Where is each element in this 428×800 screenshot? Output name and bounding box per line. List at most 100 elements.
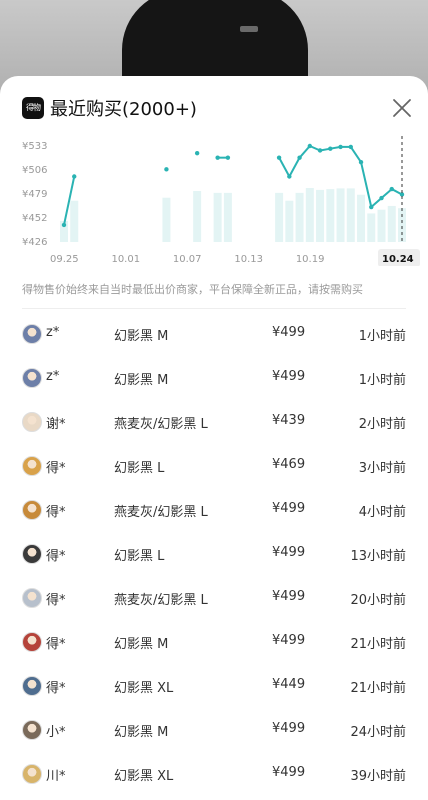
purchase-price: ¥499	[272, 721, 306, 736]
volume-bar	[305, 188, 314, 242]
user-name: 得*	[46, 637, 66, 652]
volume-bar	[213, 192, 222, 242]
price-point	[287, 174, 292, 179]
y-tick-label: ¥452	[22, 213, 47, 224]
purchase-time: 3小时前	[358, 461, 406, 476]
volume-bar	[285, 200, 294, 242]
avatar[interactable]	[22, 500, 42, 520]
product-variant: 幻影黑 M	[114, 373, 169, 388]
price-line-segment	[288, 157, 301, 177]
volume-bar	[398, 208, 406, 242]
user-name: 谢*	[46, 417, 66, 432]
purchase-price: ¥449	[272, 677, 306, 692]
volume-bar	[316, 189, 325, 242]
x-tick-label: 10.07	[173, 254, 202, 265]
volume-bar	[387, 205, 396, 242]
purchase-list: z* 幻影黑 M ¥499 1小时前 z* 幻影黑 M ¥499 1小时前 谢* 燕麦灰/幻影黑 …	[0, 312, 428, 796]
purchase-time: 21小时前	[350, 681, 406, 696]
purchase-row: 得* 幻影黑 L ¥469 3小时前	[0, 444, 428, 488]
avatar[interactable]	[22, 412, 42, 432]
purchase-row: 得* 燕麦灰/幻影黑 L ¥499 20小时前	[0, 576, 428, 620]
purchase-time: 4小时前	[358, 505, 406, 520]
user-name: 小*	[46, 725, 66, 740]
price-point	[389, 186, 394, 192]
volume-bar	[336, 188, 345, 242]
price-point	[317, 148, 323, 153]
volume-bar	[70, 200, 79, 242]
volume-bar	[275, 192, 284, 242]
price-trend-chart: ¥533 ¥506 ¥479 ¥452 ¥42609.25 10.01 10.07 10.13…	[22, 136, 420, 266]
x-tick-label: 10.01	[111, 254, 140, 265]
purchase-row: 川* 幻影黑 XL ¥499 39小时前	[0, 752, 428, 796]
price-point	[369, 204, 374, 210]
avatar[interactable]	[22, 456, 42, 476]
purchase-row: z* 幻影黑 M ¥499 1小时前	[0, 356, 428, 400]
purchase-price: ¥499	[272, 369, 306, 384]
y-tick-label: ¥533	[22, 141, 47, 152]
volume-bar	[193, 190, 202, 242]
purchase-row: z* 幻影黑 M ¥499 1小时前	[0, 312, 428, 356]
price-line-segment	[278, 157, 291, 177]
product-variant: 幻影黑 M	[114, 637, 169, 652]
price-point	[276, 155, 282, 160]
price-point	[338, 144, 343, 150]
price-line-segment	[298, 145, 311, 159]
avatar[interactable]	[22, 764, 42, 784]
purchase-price: ¥499	[272, 545, 306, 560]
purchase-time: 1小时前	[358, 329, 406, 344]
sheet-title: 最近购买(2000+)	[50, 99, 197, 120]
volume-bar	[367, 213, 376, 242]
close-button[interactable]	[388, 94, 416, 122]
close-icon	[393, 99, 411, 117]
avatar[interactable]	[22, 544, 42, 564]
purchase-row: 得* 幻影黑 M ¥499 21小时前	[0, 620, 428, 664]
volume-bar	[162, 197, 171, 242]
product-variant: 幻影黑 XL	[114, 769, 174, 784]
purchase-time: 2小时前	[358, 417, 406, 432]
avatar[interactable]	[22, 368, 42, 388]
price-point	[215, 155, 220, 160]
x-tick-label: 10.13	[234, 254, 263, 265]
avatar[interactable]	[22, 588, 42, 608]
product-variant: 燕麦灰/幻影黑 L	[114, 593, 208, 608]
purchase-row: 小* 幻影黑 M ¥499 24小时前	[0, 708, 428, 752]
avatar[interactable]	[22, 632, 42, 652]
price-point	[348, 144, 353, 150]
avatar[interactable]	[22, 720, 42, 740]
purchase-time: 24小时前	[350, 725, 406, 740]
volume-bar	[346, 188, 355, 242]
price-point	[297, 155, 302, 160]
purchase-price: ¥439	[272, 413, 306, 428]
volume-bar	[295, 192, 304, 242]
purchase-time: 20小时前	[350, 593, 406, 608]
purchase-price: ¥499	[272, 633, 306, 648]
product-variant: 燕麦灰/幻影黑 L	[114, 417, 208, 432]
price-point	[194, 150, 200, 156]
avatar[interactable]	[22, 676, 42, 696]
purchase-time: 13小时前	[350, 549, 406, 564]
product-variant: 幻影黑 XL	[114, 681, 174, 696]
volume-bar	[377, 209, 386, 242]
x-tick-label: 10.24	[382, 254, 414, 265]
volume-bar	[357, 194, 366, 242]
x-tick-label: 10.19	[296, 254, 325, 265]
price-line-segment	[349, 146, 362, 163]
purchase-price: ¥469	[272, 457, 306, 472]
purchase-price: ¥499	[272, 325, 306, 340]
shirt-logo	[240, 26, 258, 32]
purchase-time: 21小时前	[350, 637, 406, 652]
divider	[22, 308, 406, 309]
y-tick-label: ¥506	[22, 165, 47, 176]
purchase-row: 得* 燕麦灰/幻影黑 L ¥499 4小时前	[0, 488, 428, 532]
purchase-row: 谢* 燕麦灰/幻影黑 L ¥439 2小时前	[0, 400, 428, 444]
user-name: 川*	[46, 769, 66, 784]
y-tick-label: ¥479	[22, 189, 47, 200]
price-point	[225, 155, 231, 160]
purchase-price: ¥499	[272, 589, 306, 604]
user-name: 得*	[46, 461, 66, 476]
app-logo-icon: 得物	[22, 97, 44, 119]
product-variant: 幻影黑 L	[114, 461, 165, 476]
purchase-row: 得* 幻影黑 XL ¥449 21小时前	[0, 664, 428, 708]
avatar[interactable]	[22, 324, 42, 344]
purchase-time: 1小时前	[358, 373, 406, 388]
